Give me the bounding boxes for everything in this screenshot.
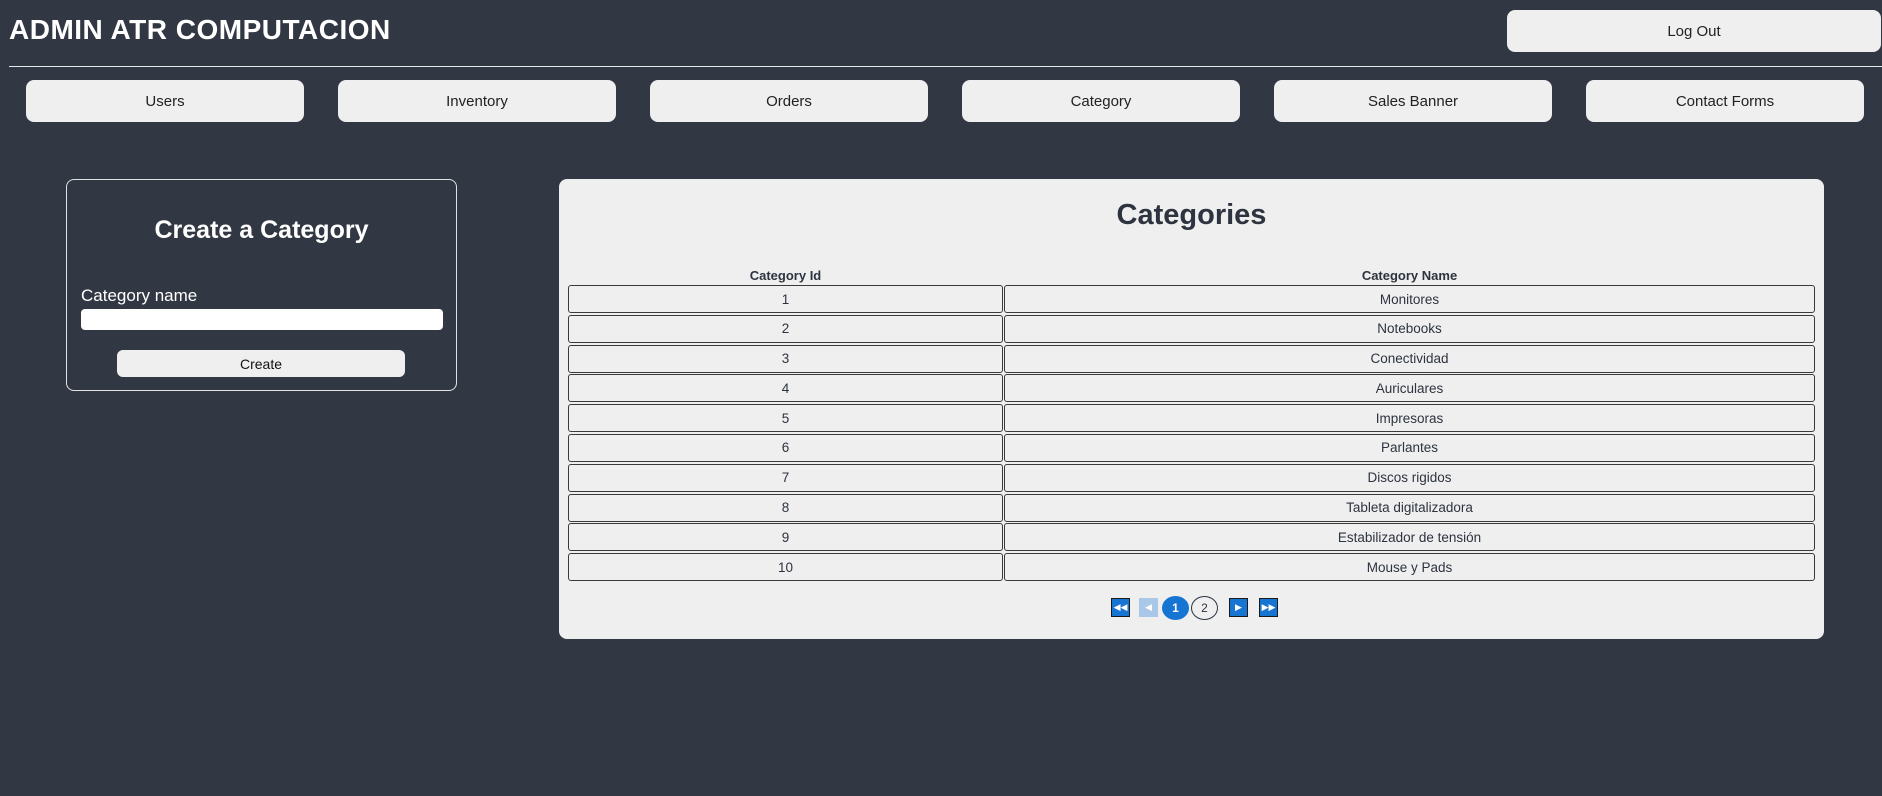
next-page-button[interactable]: ▶ (1229, 598, 1248, 617)
nav-category-button[interactable]: Category (962, 80, 1240, 122)
pagination: ◀◀ ◀ 1 2 ▶ ▶▶ (559, 596, 1824, 620)
create-button[interactable]: Create (117, 350, 405, 377)
category-name-label: Category name (81, 286, 198, 305)
right-arrow-icon: ▶ (1235, 602, 1242, 612)
logout-button[interactable]: Log Out (1507, 10, 1881, 52)
category-name-cell: Notebooks (1004, 314, 1815, 343)
nav-users-button[interactable]: Users (26, 80, 304, 122)
category-name-cell: Estabilizador de tensión (1004, 523, 1815, 552)
category-name-cell: Tableta digitalizadora (1004, 493, 1815, 522)
table-row: 5 Impresoras (568, 403, 1815, 433)
category-id-cell: 2 (568, 314, 1003, 343)
create-category-card: Create a Category Category name Create (66, 179, 457, 391)
table-row: 2 Notebooks (568, 314, 1815, 344)
column-header-category-id: Category Id (749, 268, 822, 283)
main-nav: Users Inventory Orders Category Sales Ba… (0, 80, 1882, 122)
category-name-cell: Parlantes (1004, 433, 1815, 462)
table-row: 8 Tableta digitalizadora (568, 493, 1815, 523)
nav-orders-button[interactable]: Orders (650, 80, 928, 122)
category-name-input[interactable] (81, 309, 443, 330)
create-category-title: Create a Category (154, 216, 369, 244)
page-2-button[interactable]: 2 (1191, 596, 1218, 620)
table-row: 4 Auriculares (568, 373, 1815, 403)
category-id-cell: 1 (568, 285, 1003, 313)
category-name-cell: Monitores (1004, 285, 1815, 313)
category-id-cell: 5 (568, 404, 1003, 433)
category-id-cell: 3 (568, 344, 1003, 373)
admin-page: ADMIN ATR COMPUTACION Log Out Users Inve… (0, 0, 1882, 796)
category-name-cell: Impresoras (1004, 404, 1815, 433)
header-divider (9, 66, 1882, 67)
double-left-arrow-icon: ◀◀ (1113, 602, 1128, 612)
last-page-button[interactable]: ▶▶ (1259, 598, 1278, 617)
categories-title: Categories (1116, 199, 1267, 231)
table-row: 1 Monitores (568, 284, 1815, 314)
double-right-arrow-icon: ▶▶ (1261, 602, 1276, 612)
category-id-cell: 6 (568, 433, 1003, 462)
nav-sales-banner-button[interactable]: Sales Banner (1274, 80, 1552, 122)
category-id-cell: 7 (568, 463, 1003, 492)
category-id-cell: 8 (568, 493, 1003, 522)
nav-inventory-button[interactable]: Inventory (338, 80, 616, 122)
category-name-cell: Mouse y Pads (1004, 553, 1815, 582)
previous-page-button[interactable]: ◀ (1139, 598, 1158, 617)
table-row: 9 Estabilizador de tensión (568, 522, 1815, 552)
category-id-cell: 9 (568, 523, 1003, 552)
categories-panel: Categories Category Id Category Name 1 M… (559, 179, 1824, 639)
category-name-cell: Discos rigidos (1004, 463, 1815, 492)
app-title: ADMIN ATR COMPUTACION (9, 14, 391, 45)
table-row: 7 Discos rigidos (568, 463, 1815, 493)
table-row: 6 Parlantes (568, 433, 1815, 463)
table-row: 3 Conectividad (568, 344, 1815, 374)
left-arrow-icon: ◀ (1145, 602, 1152, 612)
category-id-cell: 4 (568, 374, 1003, 403)
column-header-category-name: Category Name (1361, 268, 1458, 283)
categories-table-body: 1 Monitores 2 Notebooks 3 Conectividad 4… (568, 284, 1815, 582)
first-page-button[interactable]: ◀◀ (1111, 598, 1130, 617)
category-id-cell: 10 (568, 553, 1003, 582)
category-name-cell: Conectividad (1004, 344, 1815, 373)
table-row: 10 Mouse y Pads (568, 552, 1815, 582)
nav-contact-forms-button[interactable]: Contact Forms (1586, 80, 1864, 122)
page-1-button[interactable]: 1 (1162, 596, 1189, 620)
category-name-cell: Auriculares (1004, 374, 1815, 403)
